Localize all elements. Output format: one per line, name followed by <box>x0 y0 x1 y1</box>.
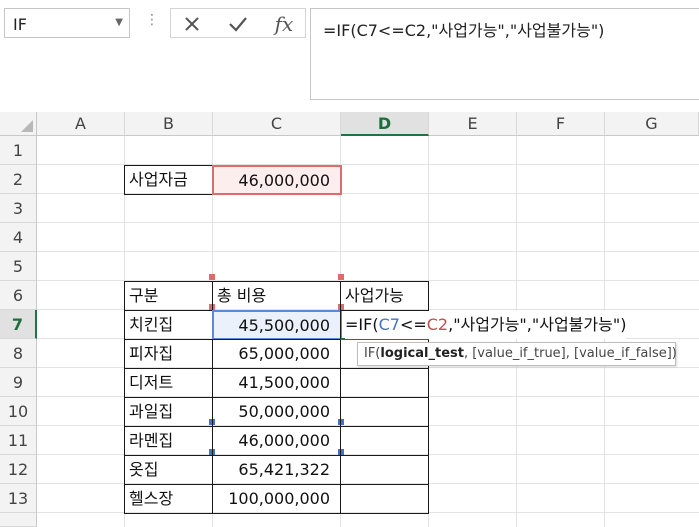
row-header-7[interactable]: 7 <box>0 310 37 339</box>
row-header-9[interactable]: 9 <box>0 368 37 397</box>
name-box-value: IF <box>13 15 27 34</box>
cell-d10[interactable] <box>340 397 429 427</box>
formula-part: =IF( <box>345 315 379 334</box>
row-header-6[interactable]: 6 <box>0 281 37 310</box>
row-header-2[interactable]: 2 <box>0 165 37 194</box>
row-header-3[interactable]: 3 <box>0 194 37 223</box>
column-header-g[interactable]: G <box>605 112 699 136</box>
column-header-c[interactable]: C <box>213 112 341 136</box>
spreadsheet-grid: A B C D E F G 1 2 3 4 5 6 7 8 9 10 11 12… <box>0 112 699 527</box>
function-tooltip[interactable]: IF(logical_test, [value_if_true], [value… <box>357 342 677 366</box>
cell-c7[interactable]: 45,500,000 <box>212 310 342 340</box>
row-header-11[interactable]: 11 <box>0 426 37 455</box>
cell-c6[interactable]: 총 비용 <box>212 281 341 311</box>
row-header-10[interactable]: 10 <box>0 397 37 426</box>
column-header-d[interactable]: D <box>341 112 429 136</box>
range-handle[interactable] <box>338 274 344 280</box>
cell-c12[interactable]: 65,421,322 <box>212 455 341 485</box>
cell-c13[interactable]: 100,000,000 <box>212 484 341 514</box>
check-icon[interactable] <box>219 11 257 37</box>
cell-c8[interactable]: 65,000,000 <box>212 339 341 369</box>
cell-c9[interactable]: 41,500,000 <box>212 368 341 398</box>
formula-ref-c7: C7 <box>378 315 400 334</box>
row-header-13[interactable]: 13 <box>0 484 37 513</box>
formula-buttons: fx <box>170 8 306 38</box>
formula-bar-area: IF ▼ ⋮ fx =IF(C7<=C2,"사업가능","사업불가능") <box>0 0 699 112</box>
cell-d6[interactable]: 사업가능 <box>340 281 429 311</box>
fx-icon[interactable]: fx <box>265 11 303 37</box>
formula-text: =IF(C7<=C2,"사업가능","사업불가능") <box>323 21 605 40</box>
formula-ref-c2: C2 <box>426 315 449 334</box>
gridline <box>37 222 699 223</box>
column-header-b[interactable]: B <box>125 112 213 136</box>
cell-b8[interactable]: 피자집 <box>124 339 213 369</box>
name-box[interactable]: IF ▼ <box>4 8 130 38</box>
gridline <box>37 251 699 252</box>
column-header-f[interactable]: F <box>517 112 605 136</box>
row-header-12[interactable]: 12 <box>0 455 37 484</box>
tooltip-arg-logical-test[interactable]: logical_test <box>380 346 464 361</box>
cell-d7-formula: =IF(C7<=C2,"사업가능","사업불가능") <box>345 311 627 339</box>
cell-d12[interactable] <box>340 455 429 485</box>
close-icon[interactable] <box>173 11 211 37</box>
cell-b9[interactable]: 디저트 <box>124 368 213 398</box>
cell-d7-editing[interactable]: =IF(C7<=C2,"사업가능","사업불가능") <box>340 310 627 340</box>
cell-d9[interactable] <box>340 368 429 398</box>
formula-input[interactable]: =IF(C7<=C2,"사업가능","사업불가능") <box>310 8 699 100</box>
row-header-14[interactable] <box>0 513 37 527</box>
cell-d13[interactable] <box>340 484 429 514</box>
cell-b2[interactable]: 사업자금 <box>124 165 213 195</box>
select-all-corner[interactable] <box>0 112 37 136</box>
cell-b11[interactable]: 라멘집 <box>124 426 213 456</box>
tooltip-rest: , [value_if_true], [value_if_false]) <box>463 346 677 361</box>
tooltip-fn: IF( <box>364 346 381 361</box>
chevron-down-icon[interactable]: ▼ <box>115 17 123 28</box>
cell-c11[interactable]: 46,000,000 <box>212 426 341 456</box>
cell-b12[interactable]: 옷집 <box>124 455 213 485</box>
cell-d11[interactable] <box>340 426 429 456</box>
cell-c10[interactable]: 50,000,000 <box>212 397 341 427</box>
more-options-icon[interactable]: ⋮ <box>145 12 159 28</box>
row-header-8[interactable]: 8 <box>0 339 37 368</box>
formula-operator: <= <box>399 315 427 334</box>
column-header-a[interactable]: A <box>37 112 125 136</box>
formula-part: ,"사업가능","사업불가능") <box>448 315 627 334</box>
cell-b7[interactable]: 치킨집 <box>124 310 213 340</box>
cell-b6[interactable]: 구분 <box>124 281 213 311</box>
row-header-1[interactable]: 1 <box>0 136 37 165</box>
row-header-4[interactable]: 4 <box>0 223 37 252</box>
row-header-5[interactable]: 5 <box>0 252 37 281</box>
cell-b13[interactable]: 헬스장 <box>124 484 213 514</box>
cell-b10[interactable]: 과일집 <box>124 397 213 427</box>
cell-c2[interactable]: 46,000,000 <box>212 165 342 195</box>
column-header-e[interactable]: E <box>429 112 517 136</box>
range-handle[interactable] <box>209 274 215 280</box>
